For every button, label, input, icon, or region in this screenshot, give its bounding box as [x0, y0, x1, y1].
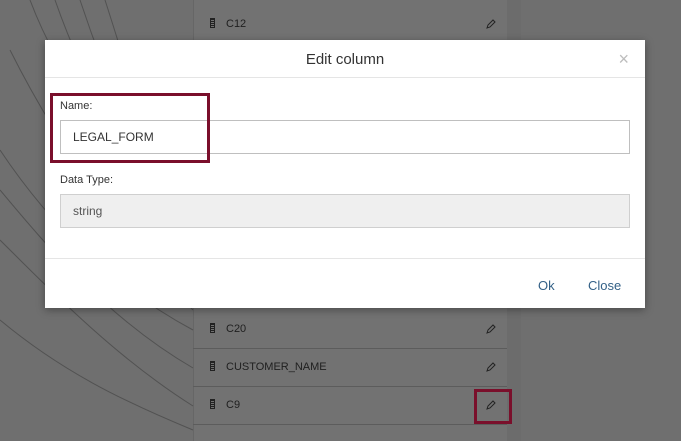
- close-icon[interactable]: ×: [618, 49, 629, 70]
- name-field-highlight: [50, 93, 210, 163]
- column-icon: [210, 399, 215, 409]
- column-label: CUSTOMER_NAME: [226, 361, 327, 373]
- column-icon: [210, 18, 215, 28]
- column-label: C9: [226, 399, 241, 411]
- column-label: C20: [226, 323, 247, 335]
- column-row-c20[interactable]: C20: [193, 311, 507, 349]
- column-row-c9[interactable]: C9: [193, 387, 507, 425]
- column-icon: [210, 361, 215, 371]
- ok-button[interactable]: Ok: [538, 278, 555, 293]
- dialog-header: Edit column ×: [45, 40, 645, 78]
- column-row-customer-name[interactable]: CUSTOMER_NAME: [193, 349, 507, 387]
- pencil-icon[interactable]: [485, 323, 497, 335]
- edit-column-dialog: Edit column × Name: LEGAL_FORM Data Type…: [45, 40, 645, 308]
- dialog-footer: Ok Close: [45, 258, 645, 308]
- close-button[interactable]: Close: [588, 278, 621, 293]
- column-label: C12: [226, 18, 247, 30]
- column-icon: [210, 323, 215, 333]
- pencil-icon[interactable]: [485, 18, 497, 30]
- data-type-label: Data Type:: [60, 174, 113, 186]
- dialog-title: Edit column: [305, 51, 385, 68]
- column-row-c12[interactable]: C12: [193, 6, 507, 44]
- edit-icon-highlight: [474, 389, 512, 424]
- data-type-field: string: [60, 194, 630, 228]
- pencil-icon[interactable]: [485, 361, 497, 373]
